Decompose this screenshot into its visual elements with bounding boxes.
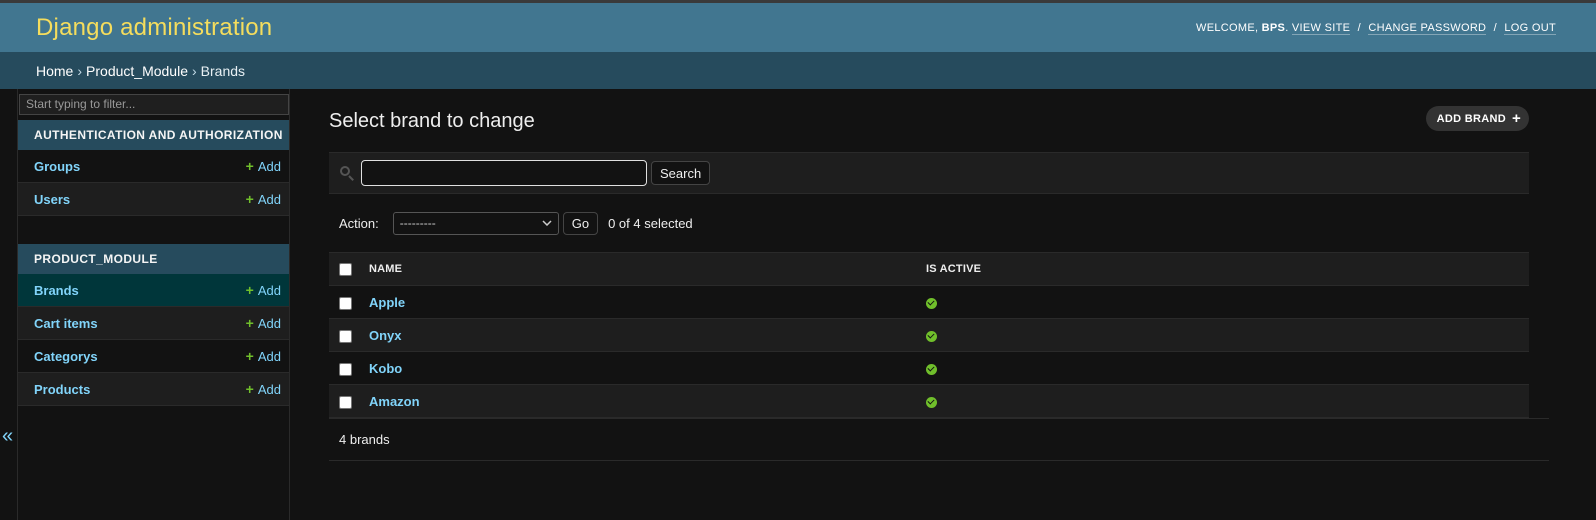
sidebar-item-brands: Brands + Add <box>18 274 289 307</box>
app-module-product: Product_Module Brands + Add Cart items + A… <box>18 244 289 406</box>
table-header-row: Name Is active <box>329 252 1529 286</box>
add-products-button[interactable]: + Add <box>246 381 281 397</box>
plus-icon: + <box>245 348 254 364</box>
sidebar-item-cart-items: Cart items + Add <box>18 307 289 340</box>
breadcrumb-separator: › <box>77 62 83 79</box>
brand-link[interactable]: Onyx <box>369 328 402 343</box>
paginator: 4 brands <box>329 418 1549 461</box>
search-toolbar: Search <box>329 152 1529 194</box>
plus-icon: + <box>245 191 254 207</box>
page-title: Select brand to change <box>329 110 535 132</box>
breadcrumb-current: Brands <box>200 62 246 79</box>
table-row: Onyx <box>329 318 1529 352</box>
add-label: Add <box>257 381 281 397</box>
select-all-checkbox[interactable] <box>339 262 352 276</box>
change-password-link[interactable]: Change password <box>1368 21 1487 35</box>
table-row: Amazon <box>329 384 1529 418</box>
check-circle-icon <box>926 330 937 342</box>
add-label: Add <box>257 348 281 364</box>
breadcrumb-separator: › <box>191 62 197 79</box>
result-count: 4 brands <box>339 432 390 447</box>
select-all-cell <box>329 252 369 286</box>
check-circle-icon <box>926 363 937 375</box>
breadcrumb: Home › Product_Module › Brands <box>0 52 1596 89</box>
add-categorys-button[interactable]: + Add <box>246 348 281 364</box>
check-circle-icon <box>926 396 937 408</box>
sidebar-item-products: Products + Add <box>18 373 289 406</box>
add-label: Add <box>257 158 281 174</box>
add-label: Add <box>257 315 281 331</box>
action-selected-value: --------- <box>399 216 436 230</box>
brand-link[interactable]: Amazon <box>369 394 420 409</box>
chevron-down-icon <box>542 220 552 226</box>
double-chevron-left-icon[interactable]: « <box>2 425 13 448</box>
add-label: Add <box>257 191 281 207</box>
sidebar-item-users: Users + Add <box>18 183 289 216</box>
sidebar-item-categorys: Categorys + Add <box>18 340 289 373</box>
plus-icon: + <box>245 315 254 331</box>
sidebar-item-label[interactable]: Categorys <box>34 349 98 364</box>
add-groups-button[interactable]: + Add <box>246 158 281 174</box>
sidebar-item-label[interactable]: Products <box>34 382 90 397</box>
app-module-auth: Authentication and Authorization Groups … <box>18 120 289 216</box>
table-row: Kobo <box>329 351 1529 385</box>
username: BPS <box>1261 21 1286 34</box>
sidebar-item-label[interactable]: Users <box>34 192 70 207</box>
sidebar-item-groups: Groups + Add <box>18 150 289 183</box>
site-header: Django administration Welcome, BPS. View… <box>0 3 1596 52</box>
content-header: Select brand to change Add brand + <box>329 89 1549 152</box>
separator: / <box>1493 21 1498 34</box>
plus-icon: + <box>245 158 254 174</box>
plus-icon: + <box>245 381 254 397</box>
breadcrumb-app[interactable]: Product_Module <box>86 63 188 79</box>
search-button[interactable]: Search <box>651 161 711 185</box>
table-row: Apple <box>329 285 1529 319</box>
breadcrumb-home[interactable]: Home <box>36 63 73 79</box>
sidebar-collapse-button[interactable]: « <box>0 89 18 520</box>
plus-icon: + <box>245 282 254 298</box>
brand-link[interactable]: Kobo <box>369 361 402 376</box>
action-label: Action: <box>339 215 379 231</box>
plus-icon: + <box>1511 110 1521 127</box>
selected-count: 0 of 4 selected <box>608 215 693 231</box>
add-brand-button[interactable]: Add brand + <box>1425 106 1529 131</box>
add-brands-button[interactable]: + Add <box>246 282 281 298</box>
row-checkbox[interactable] <box>339 329 352 343</box>
add-label: Add <box>257 282 281 298</box>
sidebar-item-label[interactable]: Groups <box>34 159 80 174</box>
log-out-link[interactable]: Log out <box>1504 21 1556 35</box>
add-brand-label: Add brand <box>1436 112 1506 125</box>
brand-link[interactable]: Apple <box>369 295 405 310</box>
search-icon <box>339 165 355 181</box>
column-header-name[interactable]: Name <box>369 252 926 286</box>
add-users-button[interactable]: + Add <box>246 191 281 207</box>
row-checkbox[interactable] <box>339 362 352 376</box>
results-table: Name Is active Apple Onyx Kobo <box>329 252 1529 418</box>
sidebar-filter-input[interactable]: Start typing to filter... <box>19 94 289 115</box>
column-header-is-active[interactable]: Is active <box>926 252 1529 286</box>
sidebar: Start typing to filter... Authentication… <box>18 89 290 520</box>
sidebar-item-label[interactable]: Cart items <box>34 316 98 331</box>
check-circle-icon <box>926 297 937 309</box>
app-caption-product[interactable]: Product_Module <box>18 244 289 274</box>
actions-bar: Action: --------- Go 0 of 4 selected <box>329 194 1549 252</box>
main-area: « Start typing to filter... Authenticati… <box>0 89 1596 520</box>
sidebar-item-label[interactable]: Brands <box>34 283 79 298</box>
separator: / <box>1357 21 1361 34</box>
row-checkbox[interactable] <box>339 296 352 310</box>
action-select[interactable]: --------- <box>392 211 559 235</box>
view-site-link[interactable]: View site <box>1291 21 1351 35</box>
row-checkbox[interactable] <box>339 395 352 409</box>
app-caption-auth[interactable]: Authentication and Authorization <box>18 120 289 150</box>
welcome-text: Welcome, <box>1196 21 1259 34</box>
search-input[interactable] <box>361 160 647 186</box>
content: Select brand to change Add brand + Searc… <box>329 89 1549 461</box>
go-button[interactable]: Go <box>562 211 599 235</box>
user-tools: Welcome, BPS. View site / Change passwor… <box>1196 21 1556 35</box>
site-name[interactable]: Django administration <box>36 14 272 42</box>
add-cart-items-button[interactable]: + Add <box>246 315 281 331</box>
